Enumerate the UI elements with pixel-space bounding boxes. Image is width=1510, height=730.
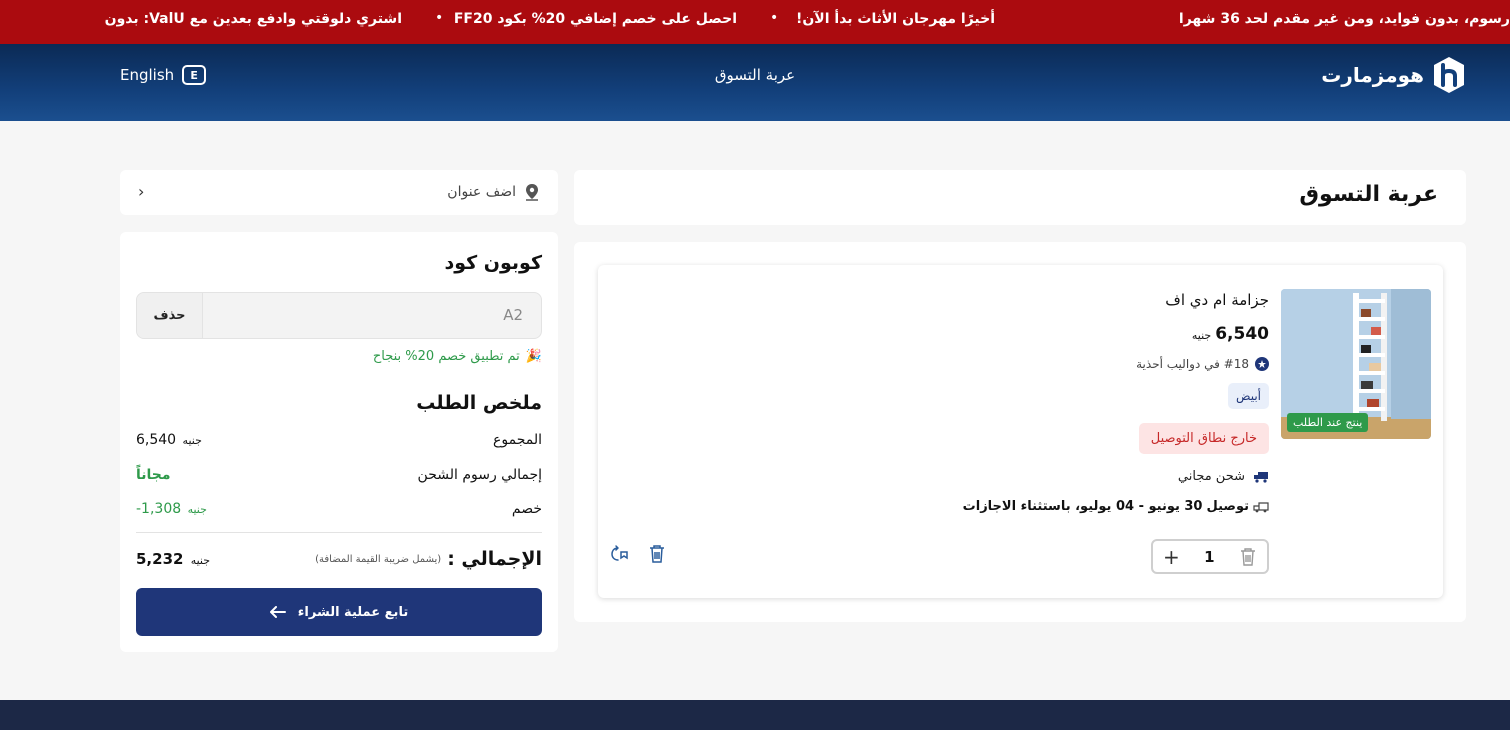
promo-item: أخيرًا مهرجان الأثاث بدأ الآن! [795,11,995,27]
product-rank-text: #18 في دواليب أحذية [1136,357,1249,371]
brand-name: هومزمارت [1321,63,1424,87]
currency: جنيه [1191,329,1212,342]
checkout-button[interactable]: تابع عملية الشراء [136,588,542,636]
coupon-input[interactable]: A2 [203,293,541,338]
out-of-zone-badge: خارج نطاق التوصيل [1138,423,1269,454]
promo-bar: رسوم، بدون فوايد، ومن غير مقدم لحد 36 شه… [0,0,1510,44]
promo-item: احصل على خصم إضافي 20% بكود FF20 [453,11,737,27]
delivery-truck-icon [1253,501,1269,512]
site-header: English E عربة التسوق هومزمارت [0,44,1510,121]
currency: جنيه [182,434,202,447]
subtotal-value: 6,540 [136,432,177,448]
currency: جنيه [187,503,207,516]
coupon-applied-message: 🎉 تم تطبيق خصم 20% بنجاح [373,349,542,364]
site-footer [0,700,1510,730]
discount-label: خصم [511,501,542,517]
address-selector[interactable]: اضف عنوان › [120,170,558,215]
cart-list: ينتج عند الطلب جزامة ام دي اف 6,540جنيه … [574,242,1466,622]
product-rank: #18 في دواليب أحذية [1136,357,1269,371]
color-chip: أبيض [1228,383,1269,409]
promo-item: رسوم، بدون فوايد، ومن غير مقدم لحد 36 شه… [1178,11,1510,27]
arrow-left-icon [269,606,286,618]
subtotal-label: المجموع [493,432,542,448]
product-price-value: 6,540 [1215,324,1269,344]
product-name[interactable]: جزامة ام دي اف [1165,291,1269,309]
total-label: الإجمالي : [447,548,542,570]
brand-logo[interactable]: هومزمارت [1321,56,1466,94]
order-summary-title: ملخص الطلب [416,392,542,414]
page-title: عربة التسوق [1299,182,1438,207]
currency: جنيه [190,554,211,567]
product-price: 6,540جنيه [1192,324,1269,344]
subtotal-row: المجموع 6,540 جنيه [136,432,542,448]
header-title: عربة التسوق [714,66,796,84]
delivery-info: توصيل 30 يونيو - 04 يوليو، باستثناء الاج… [963,499,1269,514]
promo-item: اشتري دلوقتي وادفع بعدين مع ValU: بدون [104,11,402,27]
promo-separator: • [770,10,779,26]
made-to-order-badge: ينتج عند الطلب [1287,413,1369,432]
star-badge-icon [1255,357,1269,371]
order-summary-card: كوبون كود A2 حذف 🎉 تم تطبيق خصم 20% بنجا… [120,232,558,652]
delete-item-icon[interactable] [648,544,666,564]
quantity-stepper: + 1 [1151,539,1269,574]
save-for-later-icon[interactable] [610,544,630,564]
promo-separator: • [435,10,444,26]
delivery-text: 30 يونيو - 04 يوليو، باستثناء الاجازات [962,499,1203,514]
discount-row: خصم -1,308 جنيه [136,501,542,517]
party-popper-icon: 🎉 [525,349,542,364]
coupon-field: A2 حذف [136,292,542,339]
chevron-right-icon: › [138,182,145,201]
shipping-text: شحن مجاني [1177,469,1245,484]
coupon-applied-text: تم تطبيق خصم 20% بنجاح [372,349,520,364]
checkout-label: تابع عملية الشراء [297,604,409,620]
remove-coupon-button[interactable]: حذف [137,293,203,338]
total-row: الإجمالي : (يشمل ضريبة القيمة المضافة) 5… [136,548,542,570]
discount-value: -1,308 [136,501,182,517]
total-value: 5,232 [136,550,184,568]
product-image[interactable]: ينتج عند الطلب [1281,289,1431,439]
shipping-label: إجمالي رسوم الشحن [417,467,542,483]
location-pin-icon [526,184,538,201]
shipping-info: شحن مجاني [1178,469,1269,484]
summary-divider [136,532,542,533]
delivery-prefix: توصيل [1206,499,1249,514]
shipping-row: إجمالي رسوم الشحن مجاناً [136,467,542,483]
shipping-value: مجاناً [136,467,171,483]
address-label: اضف عنوان [447,184,516,200]
cart-item: ينتج عند الطلب جزامة ام دي اف 6,540جنيه … [598,265,1443,598]
truck-icon [1254,471,1268,483]
total-vat-note: (يشمل ضريبة القيمة المضافة) [315,553,442,565]
coupon-title: كوبون كود [444,252,542,274]
homzmart-logo-icon [1434,57,1464,93]
cart-title-card: عربة التسوق [574,170,1466,225]
trash-icon[interactable] [1239,547,1257,567]
increase-quantity-button[interactable]: + [1163,545,1180,569]
quantity-value: 1 [1204,547,1215,566]
